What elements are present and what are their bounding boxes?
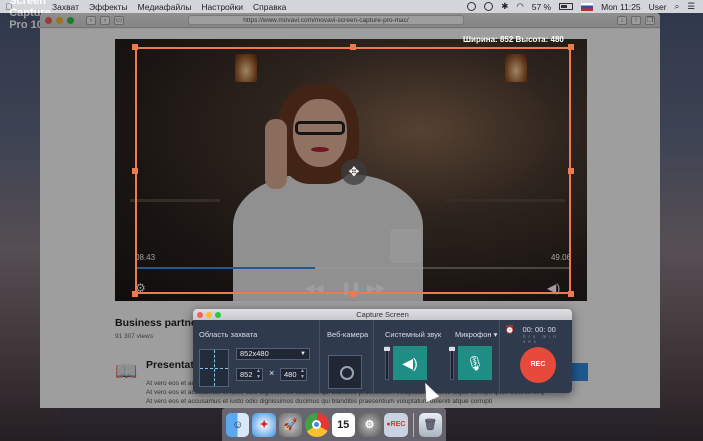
- microphone-volume-slider[interactable]: [449, 346, 455, 380]
- times-sign: ×: [269, 368, 275, 378]
- resize-handle-e[interactable]: [568, 168, 574, 174]
- body-text-line: At vero eos et accusamus et iusto odio d…: [146, 398, 493, 405]
- menu-item-settings[interactable]: Настройки: [201, 2, 243, 12]
- sync-icon[interactable]: [484, 2, 494, 11]
- search-icon[interactable]: ⌕: [675, 1, 680, 12]
- input-language-flag-icon[interactable]: [581, 2, 594, 11]
- system-sound-speaker-icon[interactable]: ◀): [393, 346, 427, 380]
- dock-separator: [412, 412, 414, 437]
- resize-handle-ne[interactable]: [568, 44, 574, 50]
- action-button[interactable]: [570, 363, 588, 381]
- capture-area-label: Область захвата: [199, 330, 258, 339]
- height-value: 480: [284, 370, 297, 379]
- menu-item-help[interactable]: Справка: [253, 2, 286, 12]
- capture-size-label: Ширина: 852 Высота: 480: [463, 35, 564, 44]
- microphone-label[interactable]: Микрофон ▾: [455, 330, 497, 339]
- resize-handle-s[interactable]: [350, 291, 356, 297]
- divider: [499, 320, 500, 393]
- capture-height-field[interactable]: 480 ▲ ▼: [280, 368, 307, 381]
- resize-handle-sw[interactable]: [132, 291, 138, 297]
- menu-app-name[interactable]: Movavi Screen Capture Pro 10: [9, 0, 51, 31]
- panel-close-button[interactable]: [197, 311, 203, 318]
- capture-size-preset-select[interactable]: 852x480 ▼: [236, 348, 310, 360]
- zoom-window-button[interactable]: [67, 16, 74, 24]
- menu-bar:  Movavi Screen Capture Pro 10 Захват Эф…: [0, 0, 703, 31]
- divider: [373, 320, 374, 393]
- timer-units: hrs min sec: [523, 334, 559, 344]
- move-arrows-icon[interactable]: ✥: [341, 159, 367, 185]
- panel-title: Capture Screen: [356, 310, 409, 319]
- bluetooth-icon[interactable]: ✱: [501, 1, 508, 12]
- battery-percent: 57 %: [531, 1, 552, 12]
- chevron-down-icon: ▼: [300, 351, 306, 357]
- slider-knob[interactable]: [449, 347, 455, 351]
- system-sound-label: Системный звук: [385, 330, 442, 339]
- tabs-icon[interactable]: ❐: [645, 15, 655, 25]
- close-window-button[interactable]: [45, 16, 52, 24]
- microphone-icon[interactable]: 🎙: [458, 346, 492, 380]
- width-value: 852: [240, 370, 253, 379]
- clock[interactable]: Mon 11:25: [601, 2, 641, 12]
- capture-width-field[interactable]: 852 ▲ ▼: [236, 368, 263, 381]
- stepper-icon[interactable]: ▲ ▼: [300, 368, 305, 380]
- sidebar-button[interactable]: ▭: [114, 15, 124, 25]
- section-title: Presentat: [146, 359, 194, 371]
- preset-value: 852x480: [240, 349, 269, 358]
- download-icon[interactable]: ↓: [617, 15, 627, 25]
- menu-item-capture[interactable]: Захват: [52, 2, 79, 12]
- webcam-label: Веб-камера: [327, 330, 369, 339]
- timer-value: 00: 00: 00: [522, 325, 556, 334]
- browser-toolbar: ‹ › ▭ https://www.movavi.com/movavi-scre…: [40, 13, 660, 28]
- system-preferences-icon[interactable]: ⚙: [357, 412, 382, 437]
- desktop-wallpaper-right: [658, 120, 703, 441]
- wifi-icon[interactable]: ◠: [516, 1, 523, 12]
- battery-icon[interactable]: [559, 3, 574, 10]
- user-menu[interactable]: User: [649, 2, 667, 12]
- record-status-icon[interactable]: [467, 2, 477, 11]
- trash-icon[interactable]: 🗑: [418, 412, 442, 437]
- panel-minimize-button[interactable]: [206, 311, 212, 318]
- webcam-toggle-button[interactable]: [328, 355, 362, 389]
- minimize-window-button[interactable]: [56, 16, 63, 24]
- panel-titlebar[interactable]: Capture Screen: [193, 309, 572, 320]
- alarm-clock-icon[interactable]: ⏰: [505, 325, 514, 334]
- forward-button[interactable]: ›: [100, 15, 110, 25]
- notification-center-icon[interactable]: ☰: [687, 1, 695, 12]
- recording-timer: ⏰ 00: 00: 00 hrs min sec: [505, 325, 569, 344]
- capture-screen-panel: Capture Screen Область захвата 852x480 ▼ …: [193, 309, 572, 393]
- resize-handle-nw[interactable]: [132, 44, 138, 50]
- book-icon: 📖: [115, 361, 138, 381]
- capture-area-icon[interactable]: [199, 349, 229, 387]
- resize-handle-w[interactable]: [132, 168, 138, 174]
- finder-icon[interactable]: ☺: [226, 412, 250, 437]
- back-button[interactable]: ‹: [86, 15, 96, 25]
- slider-knob[interactable]: [384, 347, 390, 351]
- resize-handle-n[interactable]: [350, 44, 356, 50]
- menu-item-effects[interactable]: Эффекты: [89, 2, 128, 12]
- address-bar[interactable]: https://www.movavi.com/movavi-screen-cap…: [188, 15, 464, 25]
- menu-item-media[interactable]: Медиафайлы: [138, 2, 192, 12]
- rec-button[interactable]: REC: [520, 347, 556, 383]
- share-icon[interactable]: ↑: [631, 15, 641, 25]
- panel-zoom-button[interactable]: [215, 311, 221, 318]
- launchpad-icon[interactable]: 🚀: [278, 412, 303, 437]
- resize-handle-se[interactable]: [568, 291, 574, 297]
- divider: [319, 320, 320, 393]
- calendar-icon[interactable]: 15: [331, 412, 355, 437]
- dock: ☺ ✦ 🚀 15 ⚙ ●REC 🗑: [222, 408, 446, 441]
- system-sound-volume-slider[interactable]: [384, 346, 390, 380]
- safari-icon[interactable]: ✦: [252, 412, 276, 437]
- stepper-icon[interactable]: ▲ ▼: [256, 368, 261, 380]
- chrome-icon[interactable]: [305, 412, 329, 437]
- movavi-icon[interactable]: ●REC: [384, 412, 408, 437]
